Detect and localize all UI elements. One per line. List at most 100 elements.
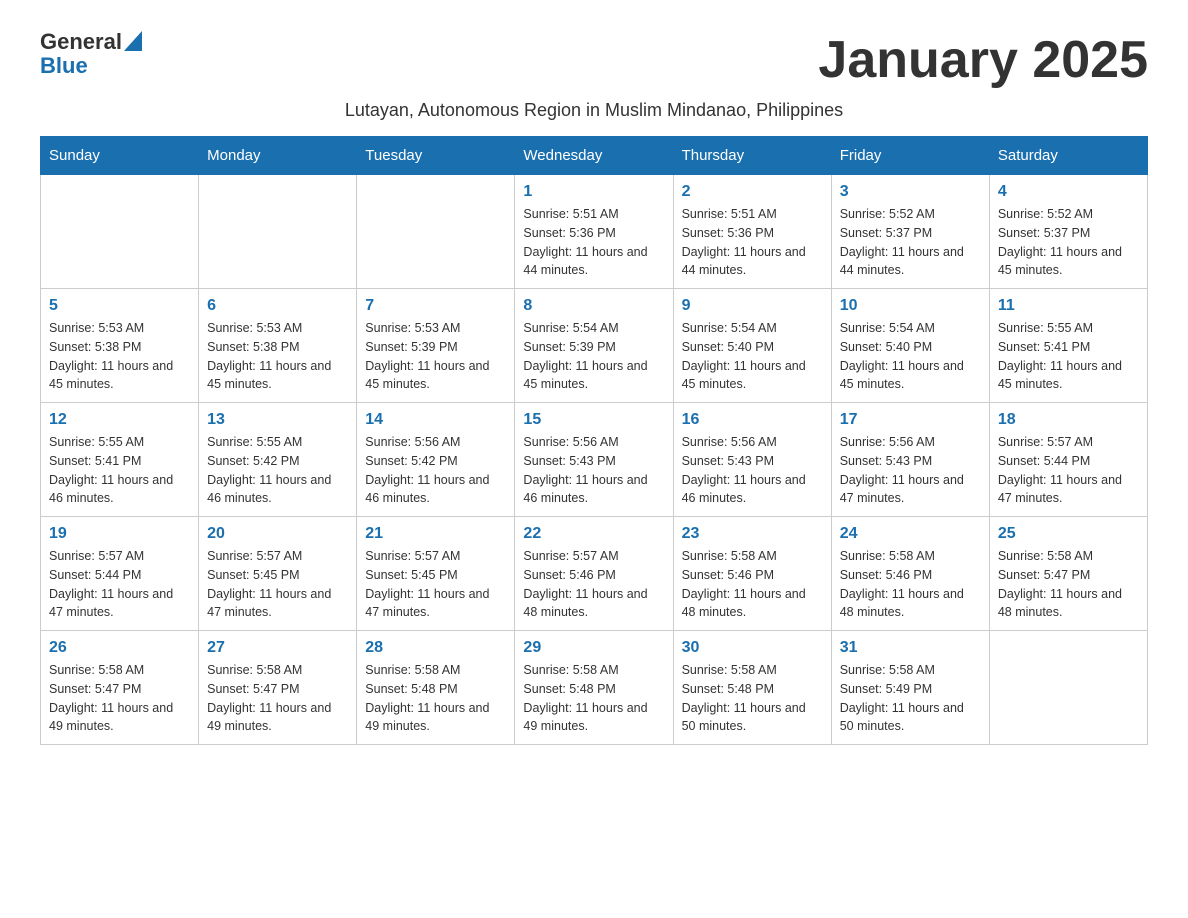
day-info: Sunrise: 5:58 AM Sunset: 5:46 PM Dayligh…: [682, 547, 823, 622]
calendar-cell: 22Sunrise: 5:57 AM Sunset: 5:46 PM Dayli…: [515, 517, 673, 631]
calendar-cell: 7Sunrise: 5:53 AM Sunset: 5:39 PM Daylig…: [357, 289, 515, 403]
day-info: Sunrise: 5:58 AM Sunset: 5:48 PM Dayligh…: [523, 661, 664, 736]
day-info: Sunrise: 5:53 AM Sunset: 5:38 PM Dayligh…: [49, 319, 190, 394]
weekday-header-sunday: Sunday: [41, 137, 199, 175]
day-number: 4: [998, 183, 1139, 201]
day-info: Sunrise: 5:57 AM Sunset: 5:44 PM Dayligh…: [49, 547, 190, 622]
day-info: Sunrise: 5:58 AM Sunset: 5:48 PM Dayligh…: [365, 661, 506, 736]
day-number: 27: [207, 639, 348, 657]
day-number: 23: [682, 525, 823, 543]
calendar-cell: 26 Sunrise: 5:58 AM Sunset: 5:47 PM Dayli…: [41, 631, 199, 745]
day-number: 14: [365, 411, 506, 429]
day-info: Sunrise: 5:57 AM Sunset: 5:45 PM Dayligh…: [207, 547, 348, 622]
day-info: Sunrise: 5:53 AM Sunset: 5:38 PM Dayligh…: [207, 319, 348, 394]
weekday-header-friday: Friday: [831, 137, 989, 175]
day-number: 24: [840, 525, 981, 543]
logo: General Blue: [40, 30, 142, 78]
day-number: 18: [998, 411, 1139, 429]
day-number: 31: [840, 639, 981, 657]
day-info: Sunrise: 5:56 AM Sunset: 5:43 PM Dayligh…: [840, 433, 981, 508]
day-info: Sunrise: 5:57 AM Sunset: 5:45 PM Dayligh…: [365, 547, 506, 622]
day-info: Sunrise: 5:58 AM Sunset: 5:49 PM Dayligh…: [840, 661, 981, 736]
calendar-header: SundayMondayTuesdayWednesdayThursdayFrid…: [41, 137, 1148, 175]
day-number: 25: [998, 525, 1139, 543]
calendar-week-1: 1 Sunrise: 5:51 AM Sunset: 5:36 PM Daylig…: [41, 175, 1148, 289]
calendar-cell: [41, 175, 199, 289]
calendar-cell: 16 Sunrise: 5:56 AM Sunset: 5:43 PM Dayli…: [673, 403, 831, 517]
day-info: Sunrise: 5:52 AM Sunset: 5:37 PM Dayligh…: [840, 205, 981, 280]
day-number: 22: [523, 525, 664, 543]
calendar-cell: [357, 175, 515, 289]
day-info: Sunrise: 5:56 AM Sunset: 5:43 PM Dayligh…: [682, 433, 823, 508]
weekday-header-wednesday: Wednesday: [515, 137, 673, 175]
calendar-cell: 6 Sunrise: 5:53 AM Sunset: 5:38 PM Daylig…: [199, 289, 357, 403]
calendar-cell: 21Sunrise: 5:57 AM Sunset: 5:45 PM Dayli…: [357, 517, 515, 631]
calendar-cell: 17 Sunrise: 5:56 AM Sunset: 5:43 PM Dayli…: [831, 403, 989, 517]
calendar-cell: 28Sunrise: 5:58 AM Sunset: 5:48 PM Dayli…: [357, 631, 515, 745]
day-number: 1: [523, 183, 664, 201]
day-info: Sunrise: 5:54 AM Sunset: 5:40 PM Dayligh…: [840, 319, 981, 394]
day-number: 20: [207, 525, 348, 543]
calendar-cell: 24 Sunrise: 5:58 AM Sunset: 5:46 PM Dayli…: [831, 517, 989, 631]
calendar-cell: 13Sunrise: 5:55 AM Sunset: 5:42 PM Dayli…: [199, 403, 357, 517]
logo-block: General Blue: [40, 30, 142, 78]
day-number: 29: [523, 639, 664, 657]
day-info: Sunrise: 5:55 AM Sunset: 5:41 PM Dayligh…: [49, 433, 190, 508]
calendar-week-2: 5 Sunrise: 5:53 AM Sunset: 5:38 PM Daylig…: [41, 289, 1148, 403]
calendar-week-5: 26 Sunrise: 5:58 AM Sunset: 5:47 PM Dayli…: [41, 631, 1148, 745]
day-number: 26: [49, 639, 190, 657]
calendar-cell: 12 Sunrise: 5:55 AM Sunset: 5:41 PM Dayli…: [41, 403, 199, 517]
calendar-body: 1 Sunrise: 5:51 AM Sunset: 5:36 PM Daylig…: [41, 175, 1148, 745]
calendar-cell: 1Sunrise: 5:51 AM Sunset: 5:36 PM Daylig…: [515, 175, 673, 289]
day-info: Sunrise: 5:52 AM Sunset: 5:37 PM Dayligh…: [998, 205, 1139, 280]
calendar-week-3: 12 Sunrise: 5:55 AM Sunset: 5:41 PM Dayli…: [41, 403, 1148, 517]
calendar-cell: 29 Sunrise: 5:58 AM Sunset: 5:48 PM Dayli…: [515, 631, 673, 745]
calendar-cell: 20 Sunrise: 5:57 AM Sunset: 5:45 PM Dayli…: [199, 517, 357, 631]
day-info: Sunrise: 5:55 AM Sunset: 5:41 PM Dayligh…: [998, 319, 1139, 394]
day-number: 12: [49, 411, 190, 429]
calendar-cell: 3 Sunrise: 5:52 AM Sunset: 5:37 PM Daylig…: [831, 175, 989, 289]
weekday-header-saturday: Saturday: [989, 137, 1147, 175]
page-header: General Blue January 2025: [40, 30, 1148, 90]
day-number: 16: [682, 411, 823, 429]
calendar-cell: 19Sunrise: 5:57 AM Sunset: 5:44 PM Dayli…: [41, 517, 199, 631]
calendar-cell: 11 Sunrise: 5:55 AM Sunset: 5:41 PM Dayli…: [989, 289, 1147, 403]
day-info: Sunrise: 5:58 AM Sunset: 5:47 PM Dayligh…: [998, 547, 1139, 622]
day-number: 10: [840, 297, 981, 315]
day-number: 15: [523, 411, 664, 429]
calendar-cell: 15 Sunrise: 5:56 AM Sunset: 5:43 PM Dayli…: [515, 403, 673, 517]
calendar-cell: 2Sunrise: 5:51 AM Sunset: 5:36 PM Daylig…: [673, 175, 831, 289]
day-info: Sunrise: 5:57 AM Sunset: 5:44 PM Dayligh…: [998, 433, 1139, 508]
weekday-header-thursday: Thursday: [673, 137, 831, 175]
day-number: 3: [840, 183, 981, 201]
day-number: 11: [998, 297, 1139, 315]
day-info: Sunrise: 5:58 AM Sunset: 5:47 PM Dayligh…: [207, 661, 348, 736]
calendar-cell: 27 Sunrise: 5:58 AM Sunset: 5:47 PM Dayli…: [199, 631, 357, 745]
calendar-cell: 23 Sunrise: 5:58 AM Sunset: 5:46 PM Dayli…: [673, 517, 831, 631]
calendar-cell: 14 Sunrise: 5:56 AM Sunset: 5:42 PM Dayli…: [357, 403, 515, 517]
day-info: Sunrise: 5:58 AM Sunset: 5:48 PM Dayligh…: [682, 661, 823, 736]
day-info: Sunrise: 5:54 AM Sunset: 5:39 PM Dayligh…: [523, 319, 664, 394]
weekday-header-monday: Monday: [199, 137, 357, 175]
day-number: 6: [207, 297, 348, 315]
calendar-cell: 18 Sunrise: 5:57 AM Sunset: 5:44 PM Dayli…: [989, 403, 1147, 517]
calendar-cell: 25 Sunrise: 5:58 AM Sunset: 5:47 PM Dayli…: [989, 517, 1147, 631]
day-number: 9: [682, 297, 823, 315]
day-info: Sunrise: 5:51 AM Sunset: 5:36 PM Dayligh…: [682, 205, 823, 280]
day-info: Sunrise: 5:56 AM Sunset: 5:42 PM Dayligh…: [365, 433, 506, 508]
calendar-cell: [989, 631, 1147, 745]
calendar-cell: 10 Sunrise: 5:54 AM Sunset: 5:40 PM Dayli…: [831, 289, 989, 403]
day-info: Sunrise: 5:56 AM Sunset: 5:43 PM Dayligh…: [523, 433, 664, 508]
calendar-cell: 31 Sunrise: 5:58 AM Sunset: 5:49 PM Dayli…: [831, 631, 989, 745]
day-number: 13: [207, 411, 348, 429]
weekday-header-tuesday: Tuesday: [357, 137, 515, 175]
day-number: 5: [49, 297, 190, 315]
calendar-week-4: 19Sunrise: 5:57 AM Sunset: 5:44 PM Dayli…: [41, 517, 1148, 631]
weekday-header-row: SundayMondayTuesdayWednesdayThursdayFrid…: [41, 137, 1148, 175]
day-number: 17: [840, 411, 981, 429]
day-info: Sunrise: 5:58 AM Sunset: 5:47 PM Dayligh…: [49, 661, 190, 736]
day-info: Sunrise: 5:58 AM Sunset: 5:46 PM Dayligh…: [840, 547, 981, 622]
subtitle: Lutayan, Autonomous Region in Muslim Min…: [40, 100, 1148, 121]
logo-text-blue: Blue: [40, 53, 88, 78]
month-title: January 2025: [818, 30, 1148, 90]
